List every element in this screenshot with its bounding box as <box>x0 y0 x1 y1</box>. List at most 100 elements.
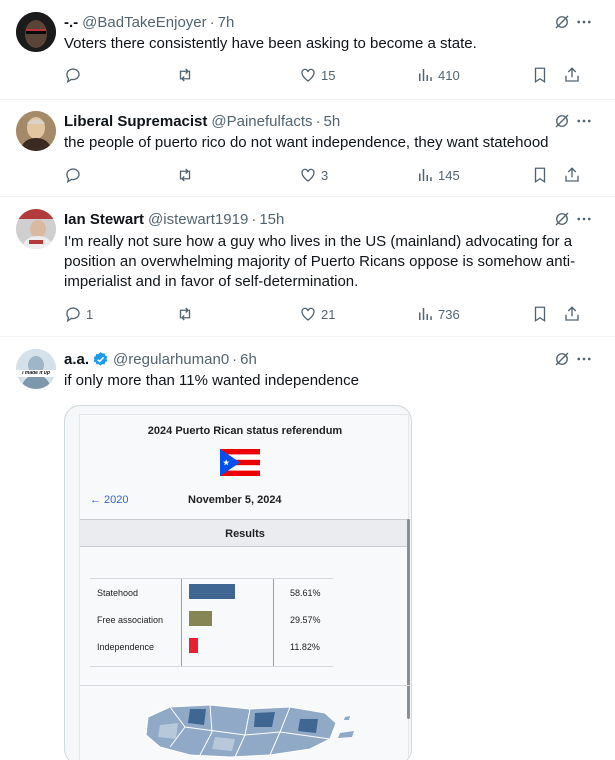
timeline: -.- @BadTakeEnjoyer · 7h Voters there co… <box>0 0 615 760</box>
view-count: 410 <box>438 67 460 83</box>
share-icon <box>565 167 579 182</box>
more-options-icon[interactable] <box>575 350 593 368</box>
avatar[interactable] <box>16 12 56 52</box>
heart-icon <box>301 307 315 321</box>
tweet-header: -.- @BadTakeEnjoyer · 7h <box>64 12 599 32</box>
like-button[interactable]: 3 <box>299 166 328 184</box>
views-icon <box>419 308 432 320</box>
result-percent: 29.57% <box>290 615 321 625</box>
avatar[interactable]: I made it up <box>16 349 56 389</box>
reply-button[interactable] <box>64 66 86 84</box>
views-button[interactable]: 736 <box>416 305 460 323</box>
result-label: Free association <box>97 615 164 625</box>
share-icon <box>565 306 579 321</box>
retweet-button[interactable] <box>176 166 198 184</box>
grok-icon[interactable] <box>553 112 571 130</box>
grok-icon[interactable] <box>553 210 571 228</box>
table-divider <box>181 578 182 666</box>
like-count: 15 <box>321 67 336 83</box>
reply-count: 1 <box>86 306 94 322</box>
share-button[interactable] <box>563 166 581 184</box>
timestamp[interactable]: 15h <box>259 211 284 228</box>
avatar[interactable] <box>16 111 56 151</box>
municipality-map <box>145 704 354 758</box>
tweet-text: if only more than 11% wanted independenc… <box>64 372 359 389</box>
scrollbar[interactable] <box>407 519 410 719</box>
share-button[interactable] <box>563 66 581 84</box>
reply-button[interactable] <box>64 166 86 184</box>
share-icon <box>565 67 579 82</box>
avatar[interactable] <box>16 209 56 249</box>
views-button[interactable]: 145 <box>416 166 460 184</box>
timestamp[interactable]: 7h <box>218 14 235 31</box>
avatar-image <box>16 12 56 52</box>
tweet[interactable]: Liberal Supremacist @Painefulfacts · 5h … <box>0 100 615 197</box>
grok-icon[interactable] <box>553 350 571 368</box>
display-name[interactable]: Liberal Supremacist <box>64 113 207 130</box>
retweet-icon <box>179 168 191 182</box>
heart-icon <box>301 168 315 182</box>
reply-icon <box>66 168 80 184</box>
user-handle[interactable]: @Painefulfacts <box>211 113 312 130</box>
avatar-image <box>16 349 56 389</box>
tweet-text: I'm really not sure how a guy who lives … <box>64 233 576 290</box>
like-button[interactable]: 15 <box>299 66 335 84</box>
bookmark-button[interactable] <box>531 66 549 84</box>
views-icon <box>419 69 432 81</box>
tweet-header: Liberal Supremacist @Painefulfacts · 5h <box>64 111 599 131</box>
reply-icon <box>66 68 80 84</box>
verified-badge-icon[interactable] <box>92 351 109 368</box>
reply-icon <box>66 307 80 323</box>
display-name[interactable]: Ian Stewart <box>64 211 144 228</box>
result-percent: 58.61% <box>290 588 321 598</box>
avatar-caption: I made it up <box>22 371 50 376</box>
bookmark-button[interactable] <box>531 305 549 323</box>
infobox-title: 2024 Puerto Rican status referendum <box>147 425 343 437</box>
tweet-image[interactable]: 2024 Puerto Rican status referendum ← 20… <box>64 405 412 760</box>
section-divider <box>80 685 410 686</box>
wiki-infobox: 2024 Puerto Rican status referendum ← 20… <box>79 414 410 760</box>
like-button[interactable]: 21 <box>299 305 335 323</box>
results-heading: Results <box>225 528 265 540</box>
view-count: 736 <box>438 306 460 322</box>
result-bar <box>189 638 199 653</box>
result-label: Statehood <box>97 588 139 598</box>
result-label: Independence <box>97 642 155 652</box>
user-handle[interactable]: @regularhuman0 <box>113 351 229 368</box>
like-count: 21 <box>321 306 336 322</box>
retweet-button[interactable] <box>176 66 198 84</box>
referendum-date: November 5, 2024 <box>188 494 282 506</box>
separator-dot: · <box>232 350 238 368</box>
timestamp[interactable]: 6h <box>240 351 257 368</box>
grok-icon[interactable] <box>553 13 571 31</box>
results-header: Results <box>80 519 410 547</box>
previous-referendum-link[interactable]: ← 2020 <box>90 494 129 506</box>
more-options-icon[interactable] <box>575 112 593 130</box>
more-options-icon[interactable] <box>575 210 593 228</box>
tweet[interactable]: Ian Stewart @istewart1919 · 15h I'm real… <box>0 197 615 337</box>
tweet-text: the people of puerto rico do not want in… <box>64 134 549 151</box>
avatar-image <box>16 111 56 151</box>
tweet-actions: 1 21 736 <box>64 305 584 325</box>
share-button[interactable] <box>563 305 581 323</box>
separator-dot: · <box>315 112 321 130</box>
display-name[interactable]: -.- <box>64 14 78 31</box>
result-bar <box>189 584 235 599</box>
more-options-icon[interactable] <box>575 13 593 31</box>
tweet[interactable]: -.- @BadTakeEnjoyer · 7h Voters there co… <box>0 0 615 100</box>
user-handle[interactable]: @BadTakeEnjoyer <box>82 14 206 31</box>
puerto-rico-flag-icon <box>220 449 260 476</box>
avatar-image <box>16 209 56 249</box>
table-divider <box>273 578 274 666</box>
timestamp[interactable]: 5h <box>324 113 341 130</box>
result-percent: 11.82% <box>290 642 320 652</box>
table-rule <box>90 578 333 579</box>
user-handle[interactable]: @istewart1919 <box>148 211 248 228</box>
display-name[interactable]: a.a. <box>64 351 89 368</box>
views-button[interactable]: 410 <box>416 66 460 84</box>
result-bar <box>189 611 213 626</box>
bookmark-button[interactable] <box>531 166 549 184</box>
tweet-header: Ian Stewart @istewart1919 · 15h <box>64 209 599 229</box>
reply-button[interactable]: 1 <box>64 305 93 323</box>
retweet-button[interactable] <box>176 305 198 323</box>
